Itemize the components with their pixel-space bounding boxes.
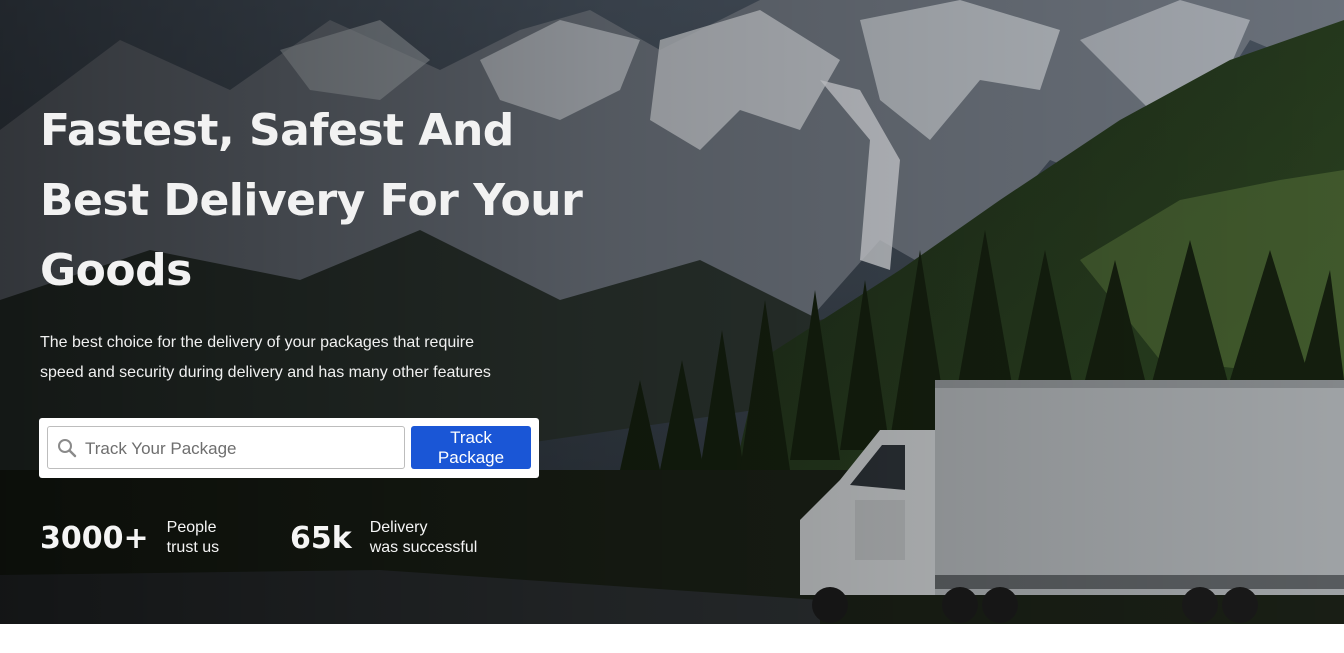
stat-delivery: 65k Delivery was successful (290, 518, 477, 558)
stat-label-line: trust us (166, 539, 220, 556)
hero-section: Fastest, Safest And Best Delivery For Yo… (0, 0, 1344, 624)
stat-label: People trust us (167, 518, 219, 558)
stat-value: 65k (290, 520, 352, 556)
stat-people: 3000+ People trust us (40, 518, 219, 558)
stat-label-line: People (166, 519, 217, 536)
track-package-button[interactable]: Track Package (411, 426, 531, 469)
track-package-input[interactable] (83, 428, 387, 469)
track-package-form: Track Package (39, 418, 539, 478)
track-input-container (47, 426, 405, 469)
hero-subtitle-line: The best choice for the delivery of your… (40, 334, 475, 351)
hero-title: Fastest, Safest And Best Delivery For Yo… (40, 96, 600, 306)
stat-value: 3000+ (40, 520, 149, 556)
stat-label-line: Delivery (369, 519, 428, 536)
hero-title-line: Goods (40, 245, 192, 296)
hero-subtitle: The best choice for the delivery of your… (40, 328, 540, 388)
hero-subtitle-line: speed and security during delivery and h… (40, 364, 491, 381)
search-icon (58, 439, 77, 458)
stat-label: Delivery was successful (370, 518, 478, 558)
hero-title-line: Fastest, Safest And (40, 105, 514, 156)
stat-label-line: was successful (369, 539, 478, 556)
hero-title-line: Best Delivery For Your (40, 175, 583, 226)
